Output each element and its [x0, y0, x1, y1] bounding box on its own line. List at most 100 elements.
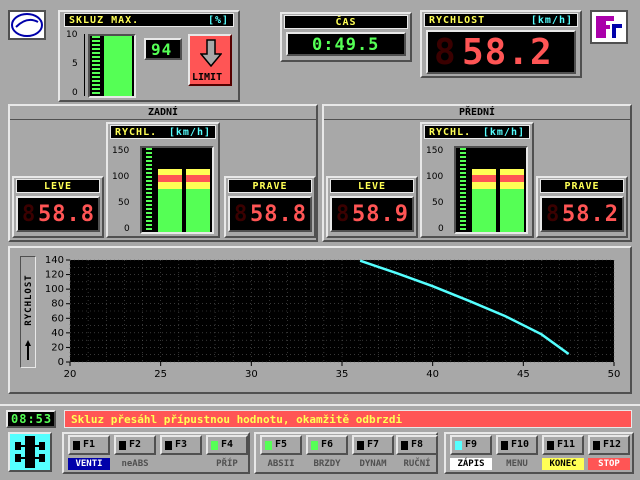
- time-value: 0:49.5: [312, 35, 380, 55]
- road-icon[interactable]: [8, 432, 52, 472]
- front-right-value: 58.2: [562, 202, 619, 227]
- fkey-function-label: ABSII: [267, 459, 295, 469]
- fkey-function-label: MENU: [506, 459, 528, 469]
- fkey-key-label: F12: [603, 439, 622, 450]
- fkey-f6[interactable]: F6: [306, 435, 348, 455]
- slip-title-text: SKLUZ MAX.: [69, 15, 140, 26]
- front-speed-title-text: RYCHL.: [429, 127, 472, 138]
- company-logo: [8, 10, 46, 40]
- fkey-f1[interactable]: F1: [68, 435, 110, 455]
- front-right-label-text: PRAVE: [564, 181, 600, 192]
- app-logo: [590, 10, 628, 44]
- front-scale-0: 0: [438, 224, 444, 234]
- fkey-f5[interactable]: F5: [260, 435, 302, 455]
- fkey-f11[interactable]: F11: [542, 435, 584, 455]
- arrow-down-icon: [200, 39, 222, 67]
- slip-title: SKLUZ MAX. [%]: [64, 13, 234, 27]
- clock-value: 08:53: [11, 412, 53, 426]
- fkey-f9[interactable]: F9: [450, 435, 492, 455]
- rear-left-display: 8 58.8: [16, 196, 100, 232]
- fkey-function-label: BRZDY: [313, 459, 341, 469]
- speed-display: 8 58.2: [426, 30, 576, 74]
- fkey-led: [501, 441, 508, 450]
- speed-title-text: RYCHLOST: [429, 15, 486, 26]
- fkey-led: [211, 441, 218, 450]
- time-title-text: ČAS: [335, 17, 357, 28]
- front-speed-title: RYCHL. [km/h]: [424, 125, 530, 139]
- rear-speed-unit: [km/h]: [168, 127, 211, 138]
- rear-left-label-text: LEVE: [43, 181, 73, 192]
- fkey-led: [593, 441, 600, 450]
- fkey-key-label: F5: [275, 439, 288, 450]
- fkey-f2[interactable]: F2: [114, 435, 156, 455]
- front-scale-150: 150: [426, 146, 444, 156]
- chart-ytick-label: 40: [51, 328, 64, 339]
- rear-right-display: 8 58.8: [228, 196, 312, 232]
- chart-ytick-label: 120: [45, 270, 64, 281]
- fkey-function-label: ZÁPIS: [450, 458, 492, 470]
- chart-xtick-label: 25: [154, 369, 167, 380]
- fkey-f4[interactable]: F4: [206, 435, 248, 455]
- fkey-function-label: KONEC: [542, 458, 584, 470]
- time-display: 0:49.5: [286, 32, 406, 56]
- redline-marker: [472, 175, 496, 190]
- front-speed-unit: [km/h]: [482, 127, 525, 138]
- chart-ytick-label: 140: [45, 255, 64, 266]
- rear-bar-ticks: [146, 148, 152, 232]
- fkey-function-label: neABS: [121, 459, 149, 469]
- front-title-bar: PŘEDNÍ: [324, 106, 630, 120]
- slip-bar-fill: [104, 36, 132, 96]
- fkey-key-label: F10: [511, 439, 530, 450]
- fkey-led: [119, 441, 126, 450]
- rear-title: ZADNÍ: [147, 107, 179, 118]
- rear-scale-50: 50: [118, 198, 130, 208]
- rear-right-ghost: 8: [234, 202, 249, 227]
- fkey-key-label: F2: [129, 439, 142, 450]
- fkey-f12[interactable]: F12: [588, 435, 630, 455]
- chart-ylabel: RYCHLOST: [24, 274, 34, 326]
- fkey-key-label: F11: [557, 439, 576, 450]
- chart-xtick-label: 20: [64, 369, 77, 380]
- rear-bars-frame: [140, 146, 214, 234]
- fkey-led: [401, 441, 408, 450]
- fkey-f10[interactable]: F10: [496, 435, 538, 455]
- speed-ghost-digit: 8: [434, 32, 457, 73]
- front-left-display: 8 58.9: [330, 196, 414, 232]
- rear-scale-100: 100: [112, 172, 130, 182]
- chart-xtick-label: 50: [608, 369, 621, 380]
- fkey-f7[interactable]: F7: [352, 435, 394, 455]
- front-bar-ticks: [460, 148, 466, 232]
- rear-speed-title-text: RYCHL.: [115, 127, 158, 138]
- fkey-f8[interactable]: F8: [396, 435, 438, 455]
- chart-ytick-label: 100: [45, 284, 64, 295]
- fkey-key-label: F1: [83, 439, 96, 450]
- limit-label: LIMIT: [192, 72, 223, 83]
- rear-right-label-text: PRAVE: [252, 181, 288, 192]
- fkey-function-label: PŘÍP: [216, 459, 238, 469]
- speed-title: RYCHLOST [km/h]: [424, 13, 578, 27]
- redline-marker: [186, 175, 210, 190]
- rear-left-bar: [158, 168, 182, 232]
- chart-ytick-label: 80: [51, 299, 64, 310]
- chart-ytick-label: 60: [51, 313, 64, 324]
- slip-bar-ticks: [92, 36, 100, 96]
- fkey-function-label: RUČNÍ: [403, 459, 431, 469]
- redline-marker: [500, 175, 524, 190]
- speed-unit: [km/h]: [530, 15, 573, 26]
- front-right-bar: [500, 168, 524, 232]
- rear-left-ghost: 8: [22, 202, 37, 227]
- rear-left-value: 58.8: [38, 202, 95, 227]
- front-bars-frame: [454, 146, 528, 234]
- front-left-value: 58.9: [352, 202, 409, 227]
- front-right-display: 8 58.2: [540, 196, 624, 232]
- fkey-key-label: F8: [411, 439, 424, 450]
- fkey-led: [73, 441, 80, 450]
- fkey-key-label: F4: [221, 439, 234, 450]
- rear-speed-title: RYCHL. [km/h]: [110, 125, 216, 139]
- fkey-led: [265, 441, 272, 450]
- speed-value: 58.2: [462, 32, 553, 73]
- limit-button[interactable]: LIMIT: [188, 34, 232, 86]
- status-message: Skluz přesáhl přípustnou hodnotu, okamži…: [71, 413, 403, 426]
- fkey-f3[interactable]: F3: [160, 435, 202, 455]
- time-title: ČAS: [284, 15, 408, 29]
